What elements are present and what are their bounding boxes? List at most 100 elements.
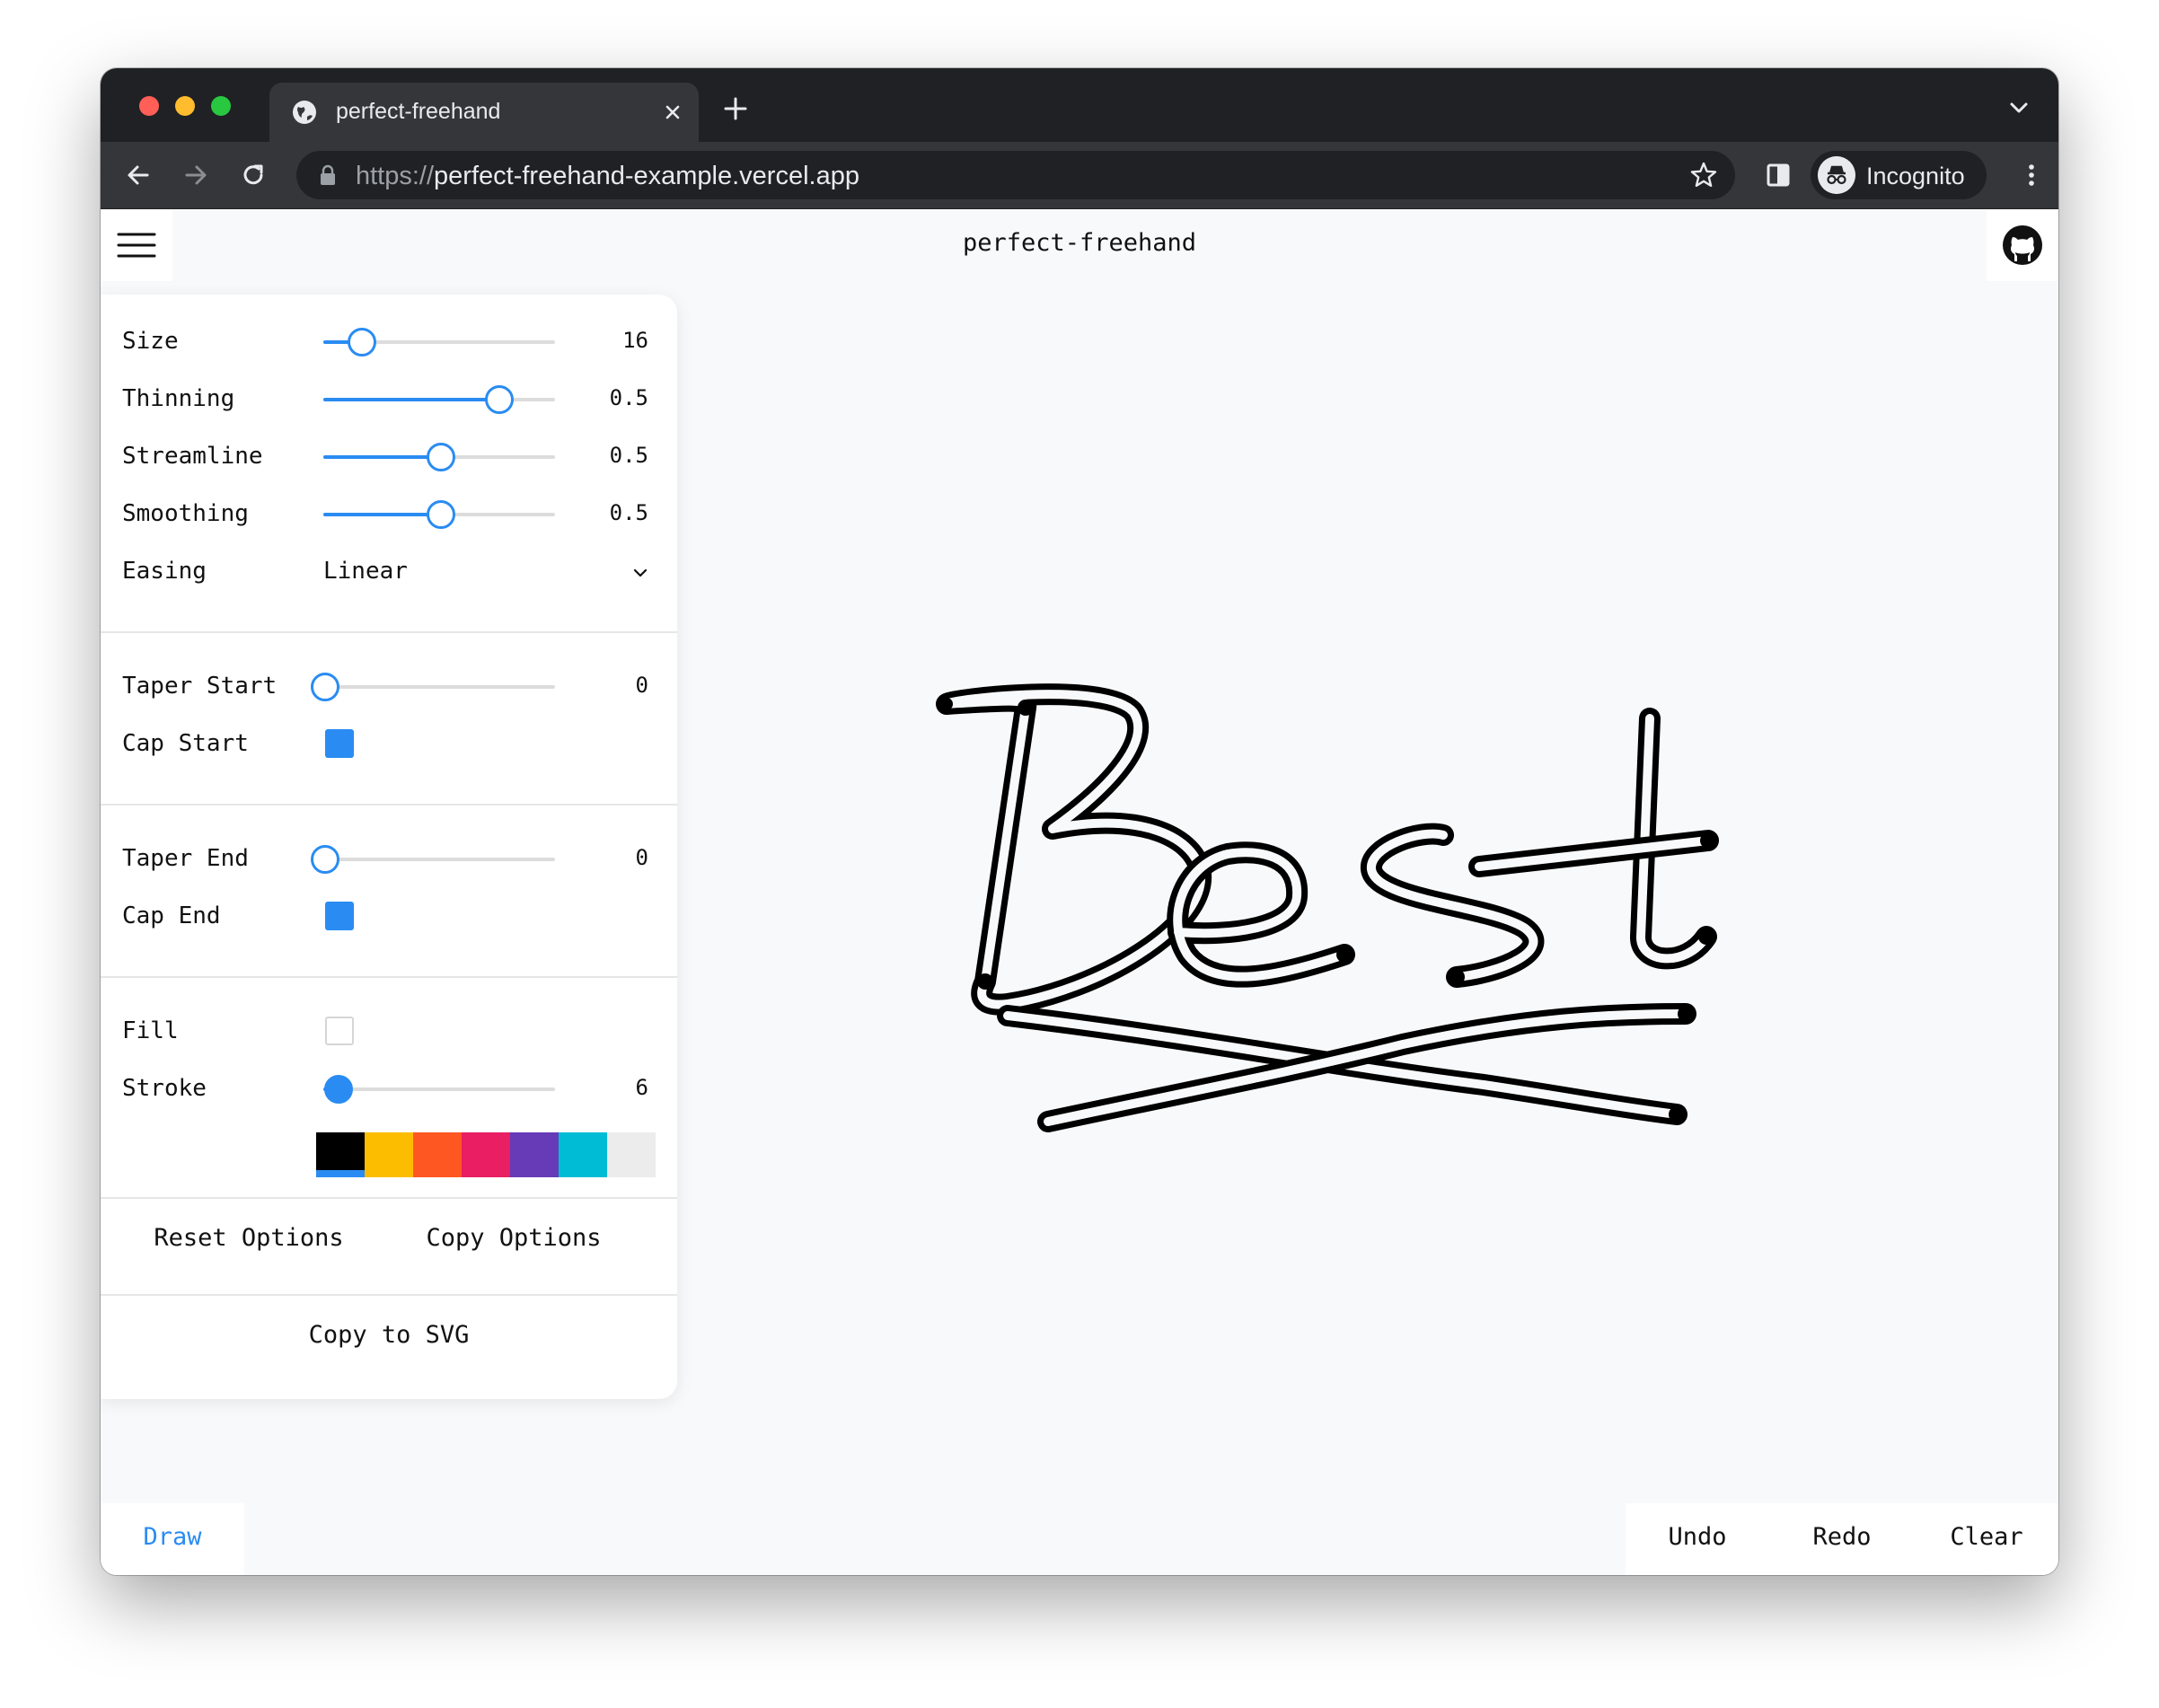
tool-bar: Draw (101, 1503, 244, 1575)
slider-thumb[interactable] (427, 500, 455, 529)
chevron-down-icon[interactable] (630, 563, 650, 583)
stroke-outline-e (1167, 841, 1355, 988)
size-label: Size (122, 328, 179, 355)
divider (101, 804, 677, 806)
reload-icon[interactable] (235, 157, 271, 193)
minimize-window-button[interactable] (175, 96, 195, 116)
cap-end-row: Cap End (101, 888, 677, 946)
browser-tab[interactable]: perfect-freehand (269, 83, 699, 142)
fill-checkbox[interactable] (325, 1017, 354, 1045)
history-bar: Undo Redo Clear (1626, 1503, 2058, 1575)
slider-thumb[interactable] (311, 845, 339, 874)
github-icon (2003, 225, 2042, 265)
draw-tool-button[interactable]: Draw (101, 1523, 244, 1551)
streamline-label: Streamline (122, 443, 263, 470)
divider (101, 631, 677, 633)
back-arrow-icon[interactable] (120, 157, 156, 193)
close-window-button[interactable] (139, 96, 159, 116)
incognito-profile-button[interactable]: Incognito (1811, 151, 1987, 199)
easing-row[interactable]: Easing Linear (101, 543, 677, 601)
forward-arrow-icon[interactable] (178, 157, 214, 193)
slider-fill (323, 398, 498, 401)
cap-end-checkbox[interactable] (325, 902, 354, 930)
tab-search-chevron-icon[interactable] (2003, 92, 2035, 124)
tab-title: perfect-freehand (336, 99, 501, 124)
taper-start-slider[interactable] (311, 673, 555, 701)
clear-button[interactable]: Clear (1915, 1523, 2058, 1551)
reset-options-button[interactable]: Reset Options (137, 1224, 361, 1252)
close-tab-icon[interactable] (656, 95, 690, 129)
slider-thumb[interactable] (484, 385, 514, 414)
slider-thumb[interactable] (311, 673, 339, 701)
copy-options-button[interactable]: Copy Options (397, 1224, 630, 1252)
fill-label: Fill (122, 1017, 179, 1044)
slider-fill (323, 513, 439, 516)
globe-icon (293, 101, 316, 124)
streamline-row: Streamline 0.5 (101, 428, 677, 486)
taper-start-label: Taper Start (122, 673, 278, 700)
color-swatch[interactable] (316, 1132, 365, 1177)
url-host: perfect-freehand-example.vercel.app (434, 162, 859, 190)
color-swatch[interactable] (559, 1132, 607, 1177)
size-value: 16 (622, 328, 648, 353)
thinning-slider[interactable] (323, 385, 555, 414)
github-link[interactable] (1987, 209, 2058, 281)
easing-label: Easing (122, 558, 207, 585)
app-title: perfect-freehand (962, 229, 1197, 257)
redo-button[interactable]: Redo (1770, 1523, 1914, 1551)
color-swatch[interactable] (462, 1132, 510, 1177)
slider-thumb[interactable] (324, 1075, 354, 1104)
taper-end-row: Taper End 0 (101, 831, 677, 888)
color-swatch[interactable] (510, 1132, 559, 1177)
thinning-value: 0.5 (609, 385, 648, 410)
smoothing-value: 0.5 (609, 500, 648, 525)
lock-icon[interactable] (318, 164, 338, 186)
taper-end-label: Taper End (122, 845, 249, 872)
taper-end-slider[interactable] (311, 845, 555, 874)
divider (101, 976, 677, 978)
stroke-row: Stroke 6 (101, 1061, 677, 1118)
divider (101, 1294, 677, 1296)
smoothing-slider[interactable] (323, 500, 555, 529)
options-panel: Size 16 Thinning 0.5 Streamline 0.5 Smoo… (101, 295, 677, 1399)
bookmark-star-icon[interactable] (1688, 160, 1719, 190)
slider-thumb[interactable] (427, 443, 455, 471)
stroke-outline-cross (997, 1003, 1696, 1132)
thinning-label: Thinning (122, 385, 235, 412)
copy-svg-button[interactable]: Copy to SVG (101, 1321, 677, 1349)
slider-thumb[interactable] (348, 328, 377, 357)
cap-start-checkbox[interactable] (325, 729, 354, 758)
fill-row: Fill (101, 1003, 677, 1061)
smoothing-label: Smoothing (122, 500, 249, 527)
address-bar[interactable]: https://perfect-freehand-example.vercel.… (296, 151, 1735, 199)
side-panel-icon[interactable] (1760, 157, 1796, 193)
divider (101, 1197, 677, 1199)
stroke-outline-B (936, 683, 1212, 1016)
app-page: perfect-freehand Size 16 Thinning 0.5 St… (101, 209, 2058, 1575)
selected-indicator (316, 1170, 365, 1177)
cap-end-label: Cap End (122, 902, 221, 929)
more-menu-icon[interactable] (2014, 157, 2049, 193)
maximize-window-button[interactable] (211, 96, 231, 116)
easing-select[interactable]: Linear (323, 558, 408, 585)
color-swatch[interactable] (607, 1132, 656, 1177)
incognito-icon (1818, 156, 1855, 194)
size-slider[interactable] (323, 328, 555, 357)
streamline-value: 0.5 (609, 443, 648, 468)
size-row: Size 16 (101, 313, 677, 371)
color-swatch[interactable] (413, 1132, 462, 1177)
tab-strip: perfect-freehand (101, 68, 2058, 142)
streamline-slider[interactable] (323, 443, 555, 471)
smoothing-row: Smoothing 0.5 (101, 486, 677, 543)
stroke-slider[interactable] (323, 1075, 555, 1104)
color-swatch[interactable] (365, 1132, 413, 1177)
stroke-value: 6 (635, 1075, 648, 1100)
slider-fill (323, 455, 439, 459)
browser-window: perfect-freehand https://perfect-freehan… (101, 68, 2058, 1575)
undo-button[interactable]: Undo (1626, 1523, 1769, 1551)
taper-start-row: Taper Start 0 (101, 658, 677, 716)
cap-start-label: Cap Start (122, 730, 249, 757)
stroke-label: Stroke (122, 1075, 207, 1102)
new-tab-icon[interactable] (718, 92, 753, 126)
browser-toolbar: https://perfect-freehand-example.vercel.… (101, 142, 2058, 209)
